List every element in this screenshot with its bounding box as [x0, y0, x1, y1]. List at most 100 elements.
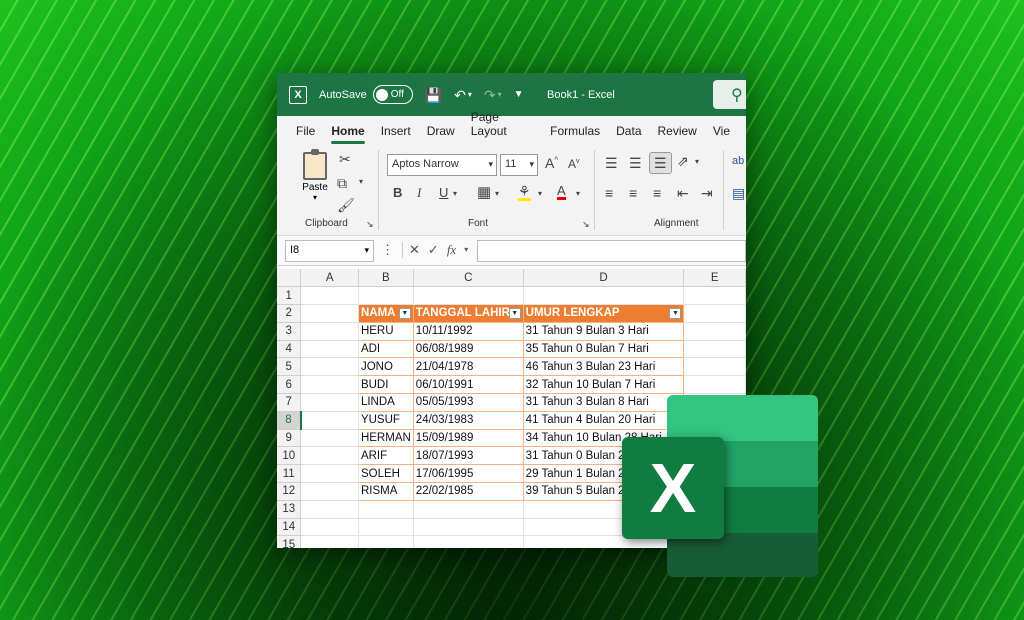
row-header[interactable]: 8: [277, 411, 302, 430]
copy-icon[interactable]: ⧉: [337, 176, 347, 190]
row-header[interactable]: 14: [277, 518, 302, 537]
increase-indent-icon[interactable]: ⇥: [701, 186, 713, 200]
insert-function-button[interactable]: fx: [447, 242, 456, 258]
search-box[interactable]: ⚲: [713, 80, 746, 109]
row-header[interactable]: 2: [277, 304, 302, 323]
font-color-chevron-icon[interactable]: ▾: [576, 190, 580, 198]
align-right-icon[interactable]: ≡: [653, 186, 661, 200]
column-header[interactable]: A: [300, 269, 359, 288]
cell[interactable]: LINDA: [357, 393, 414, 412]
fx-chevron-icon[interactable]: ▾: [464, 242, 468, 258]
cell[interactable]: [300, 518, 359, 537]
copy-chevron-icon[interactable]: ▾: [359, 178, 363, 186]
table-header-tanggal-lahir[interactable]: TANGGAL LAHIR ▼: [413, 304, 524, 323]
filter-dropdown-icon[interactable]: ▼: [669, 308, 682, 320]
tab-insert[interactable]: Insert: [381, 124, 411, 144]
cell[interactable]: 21/04/1978: [413, 357, 524, 377]
shrink-font-icon[interactable]: Av: [568, 158, 580, 170]
cell[interactable]: 31 Tahun 9 Bulan 3 Hari: [523, 322, 685, 341]
row-header[interactable]: 4: [277, 340, 302, 359]
redo-chevron-icon[interactable]: ▾: [498, 90, 502, 99]
italic-button[interactable]: I: [417, 186, 421, 199]
cell[interactable]: 05/05/1993: [413, 393, 524, 412]
undo-chevron-icon[interactable]: ▾: [468, 90, 472, 99]
cell[interactable]: 32 Tahun 10 Bulan 7 Hari: [523, 375, 685, 395]
save-icon[interactable]: 💾: [425, 88, 442, 102]
font-launcher-icon[interactable]: ↘: [582, 220, 590, 229]
orientation-icon[interactable]: ⇗: [677, 154, 689, 168]
cell[interactable]: [413, 535, 524, 548]
row-header[interactable]: 15: [277, 535, 302, 548]
cell[interactable]: BUDI: [357, 375, 414, 395]
decrease-indent-icon[interactable]: ⇤: [677, 186, 689, 200]
cell[interactable]: [683, 340, 746, 359]
column-header[interactable]: C: [413, 269, 524, 288]
cell[interactable]: 35 Tahun 0 Bulan 7 Hari: [523, 340, 685, 359]
cell[interactable]: [358, 518, 414, 537]
tab-review[interactable]: Review: [658, 124, 697, 144]
cell[interactable]: [300, 393, 359, 412]
customize-toolbar-icon[interactable]: ▼: [514, 89, 524, 100]
cell[interactable]: [300, 464, 359, 484]
cell[interactable]: 22/02/1985: [413, 482, 524, 501]
column-header[interactable]: E: [683, 269, 746, 288]
font-color-icon[interactable]: A: [557, 184, 566, 200]
cell[interactable]: [300, 286, 359, 306]
cell[interactable]: [683, 286, 746, 306]
cell[interactable]: [683, 304, 746, 323]
tab-view[interactable]: Vie: [713, 124, 730, 144]
cell[interactable]: 06/08/1989: [413, 340, 524, 359]
font-name-select[interactable]: Aptos Narrow ▾: [387, 154, 497, 176]
tab-draw[interactable]: Draw: [427, 124, 455, 144]
cell[interactable]: [683, 357, 746, 377]
row-header[interactable]: 10: [277, 446, 302, 466]
enter-icon[interactable]: ✓: [428, 242, 439, 258]
cell[interactable]: [300, 322, 359, 341]
fill-color-chevron-icon[interactable]: ▾: [538, 190, 542, 198]
cell[interactable]: YUSUF: [357, 411, 414, 430]
column-header[interactable]: D: [523, 269, 685, 288]
align-middle-icon[interactable]: ☰: [629, 156, 642, 170]
tab-data[interactable]: Data: [616, 124, 641, 144]
tab-page-layout[interactable]: Page Layout: [471, 110, 534, 144]
borders-chevron-icon[interactable]: ▾: [495, 190, 499, 198]
cell[interactable]: [683, 375, 746, 395]
cell[interactable]: [413, 286, 524, 306]
undo-icon[interactable]: ↶: [454, 88, 466, 102]
cell[interactable]: [358, 500, 414, 519]
column-header[interactable]: B: [358, 269, 414, 288]
underline-button[interactable]: U: [439, 186, 448, 199]
tab-home[interactable]: Home: [331, 124, 366, 144]
cell[interactable]: [523, 286, 685, 306]
cell[interactable]: 17/06/1995: [413, 464, 524, 484]
wrap-text-icon[interactable]: ab: [732, 156, 744, 167]
cell[interactable]: 15/09/1989: [413, 429, 524, 448]
row-header[interactable]: 11: [277, 464, 302, 484]
fill-color-icon[interactable]: ⚘: [518, 184, 531, 201]
cell[interactable]: JONO: [357, 357, 414, 377]
borders-icon[interactable]: ▦: [477, 185, 491, 200]
row-header[interactable]: 6: [277, 375, 302, 395]
align-left-icon[interactable]: ≡: [605, 186, 613, 200]
cell[interactable]: [358, 535, 414, 548]
row-header[interactable]: 1: [277, 286, 302, 306]
cell[interactable]: [413, 518, 524, 537]
cell[interactable]: HERMAN: [357, 429, 414, 448]
row-header[interactable]: 13: [277, 500, 302, 519]
cell[interactable]: [300, 375, 359, 395]
cancel-icon[interactable]: ✕: [402, 242, 420, 258]
cell[interactable]: [300, 429, 359, 448]
cell[interactable]: [413, 500, 524, 519]
format-painter-icon[interactable]: 🖌: [337, 198, 355, 212]
cell[interactable]: [300, 482, 359, 501]
row-header[interactable]: 3: [277, 322, 302, 341]
cell[interactable]: [300, 500, 359, 519]
cell[interactable]: [300, 535, 359, 548]
align-top-icon[interactable]: ☰: [605, 156, 618, 170]
paste-button[interactable]: Paste ▾: [297, 149, 333, 202]
filter-dropdown-icon[interactable]: ▼: [398, 308, 411, 320]
row-header[interactable]: 7: [277, 393, 302, 412]
orientation-chevron-icon[interactable]: ▾: [695, 158, 699, 166]
align-bottom-icon[interactable]: ☰: [649, 152, 672, 174]
tab-formulas[interactable]: Formulas: [550, 124, 600, 144]
